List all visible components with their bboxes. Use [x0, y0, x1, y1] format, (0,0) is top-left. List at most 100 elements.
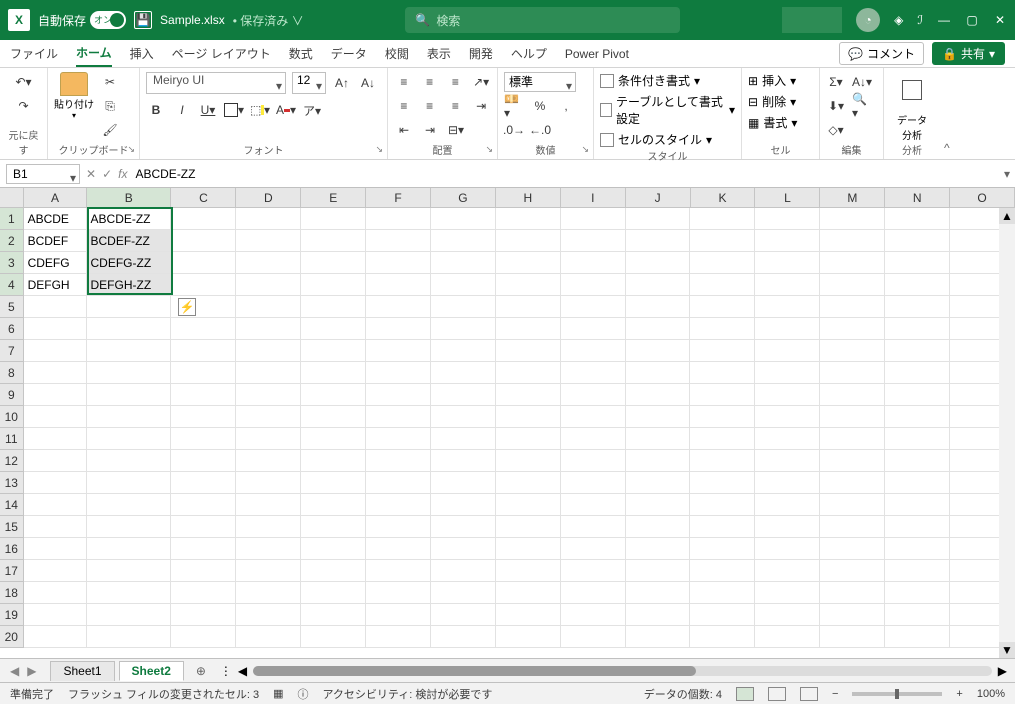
grid-cell[interactable] — [755, 604, 820, 626]
normal-view-button[interactable] — [736, 687, 754, 701]
grid-cell[interactable] — [87, 494, 172, 516]
grid-cell[interactable] — [755, 208, 820, 230]
grid-cell[interactable] — [820, 252, 885, 274]
grid-cell[interactable] — [820, 274, 885, 296]
sheet-tabs-menu-icon[interactable]: ⋮ — [220, 664, 232, 678]
grid-cell[interactable] — [561, 494, 626, 516]
grid-cell[interactable] — [301, 472, 366, 494]
grid-cell[interactable] — [236, 340, 301, 362]
sheet-tab[interactable]: Sheet2 — [119, 661, 184, 681]
grid-cell[interactable] — [301, 384, 366, 406]
touch-mode-icon[interactable]: ℐ — [917, 13, 923, 27]
grid-cell[interactable] — [236, 208, 301, 230]
grid-cell[interactable] — [301, 252, 366, 274]
grid-cell[interactable] — [690, 428, 755, 450]
grid-cell[interactable] — [820, 230, 885, 252]
grid-cell[interactable] — [885, 494, 950, 516]
ribbon-tab-9[interactable]: ヘルプ — [511, 41, 547, 66]
column-header[interactable]: N — [885, 188, 950, 207]
grid-cell[interactable] — [496, 296, 561, 318]
grid-cell[interactable] — [87, 362, 172, 384]
grid-cell[interactable] — [820, 428, 885, 450]
row-header[interactable]: 17 — [0, 560, 24, 582]
redo-icon[interactable]: ↷ — [14, 96, 34, 116]
grid-cell[interactable] — [885, 538, 950, 560]
grid-cell[interactable] — [431, 560, 496, 582]
grid-cell[interactable] — [755, 384, 820, 406]
grid-cell[interactable] — [496, 406, 561, 428]
accounting-format-icon[interactable]: 💴▾ — [504, 96, 524, 116]
select-all-corner[interactable] — [0, 188, 24, 208]
autosum-icon[interactable]: Σ▾ — [826, 72, 846, 92]
grid-cell[interactable] — [24, 626, 87, 648]
grid-cell[interactable] — [171, 362, 236, 384]
restore-button[interactable]: ▢ — [965, 13, 979, 27]
conditional-formatting-button[interactable]: 条件付き書式 ▾ — [600, 72, 735, 89]
grid-cell[interactable] — [496, 582, 561, 604]
grid-cell[interactable] — [171, 626, 236, 648]
format-painter-icon[interactable]: 🖌 — [100, 120, 120, 140]
grid-cell[interactable] — [561, 472, 626, 494]
grid-cell[interactable] — [171, 230, 236, 252]
grid-cell[interactable] — [690, 318, 755, 340]
grid-cell[interactable] — [496, 362, 561, 384]
increase-indent-icon[interactable]: ⇥ — [420, 120, 440, 140]
grid-cell[interactable] — [87, 450, 172, 472]
grid-cell[interactable] — [431, 450, 496, 472]
grid-cell[interactable]: CDEFG-ZZ — [87, 252, 172, 274]
grid-cell[interactable] — [755, 494, 820, 516]
column-header[interactable]: H — [496, 188, 561, 207]
grid-cell[interactable] — [171, 252, 236, 274]
grid-cell[interactable] — [885, 406, 950, 428]
grid-cell[interactable] — [301, 604, 366, 626]
grid-cell[interactable] — [236, 494, 301, 516]
grid-cell[interactable] — [496, 450, 561, 472]
ribbon-tab-10[interactable]: Power Pivot — [565, 43, 629, 65]
copy-icon[interactable]: ⎘ — [100, 96, 120, 116]
grid-cell[interactable] — [301, 428, 366, 450]
grid-cell[interactable] — [24, 604, 87, 626]
grid-cell[interactable] — [496, 318, 561, 340]
grid-cell[interactable] — [496, 626, 561, 648]
grid-cell[interactable] — [755, 516, 820, 538]
grid-cell[interactable] — [24, 494, 87, 516]
grid-cell[interactable] — [301, 538, 366, 560]
grid-cell[interactable] — [755, 406, 820, 428]
grid-cell[interactable] — [431, 274, 496, 296]
grid-cell[interactable] — [24, 516, 87, 538]
column-header[interactable]: M — [820, 188, 885, 207]
grid-cell[interactable] — [366, 428, 431, 450]
grid-cell[interactable] — [561, 406, 626, 428]
ribbon-tab-3[interactable]: ページ レイアウト — [172, 41, 271, 66]
grid-cell[interactable] — [561, 626, 626, 648]
horizontal-scrollbar[interactable] — [253, 666, 992, 676]
grid-cell[interactable] — [171, 406, 236, 428]
grid-cell[interactable] — [690, 626, 755, 648]
grid-cell[interactable] — [431, 230, 496, 252]
grid-cell[interactable] — [171, 494, 236, 516]
grid-cell[interactable] — [755, 560, 820, 582]
grid-cell[interactable] — [561, 560, 626, 582]
grid-cell[interactable] — [301, 626, 366, 648]
grid-cell[interactable] — [626, 230, 691, 252]
zoom-in-button[interactable]: + — [956, 688, 962, 700]
grid-cell[interactable] — [24, 296, 87, 318]
grid-cell[interactable] — [690, 362, 755, 384]
grid-cell[interactable] — [690, 472, 755, 494]
decrease-decimal-icon[interactable]: ←.0 — [530, 120, 550, 140]
grid-cell[interactable] — [885, 472, 950, 494]
grid-cell[interactable] — [496, 274, 561, 296]
grid-cell[interactable] — [431, 406, 496, 428]
grid-cell[interactable] — [820, 296, 885, 318]
minimize-button[interactable]: — — [937, 13, 951, 27]
grid-cell[interactable] — [366, 318, 431, 340]
grid-cell[interactable] — [236, 318, 301, 340]
grid-cell[interactable] — [885, 274, 950, 296]
grid-cell[interactable] — [820, 362, 885, 384]
grid-cell[interactable] — [496, 494, 561, 516]
grid-cell[interactable]: BCDEF — [24, 230, 87, 252]
grid-cell[interactable] — [885, 318, 950, 340]
clipboard-dialog-icon[interactable]: ↘ — [127, 144, 135, 155]
grid-cell[interactable] — [820, 406, 885, 428]
ribbon-tab-0[interactable]: ファイル — [10, 41, 58, 66]
